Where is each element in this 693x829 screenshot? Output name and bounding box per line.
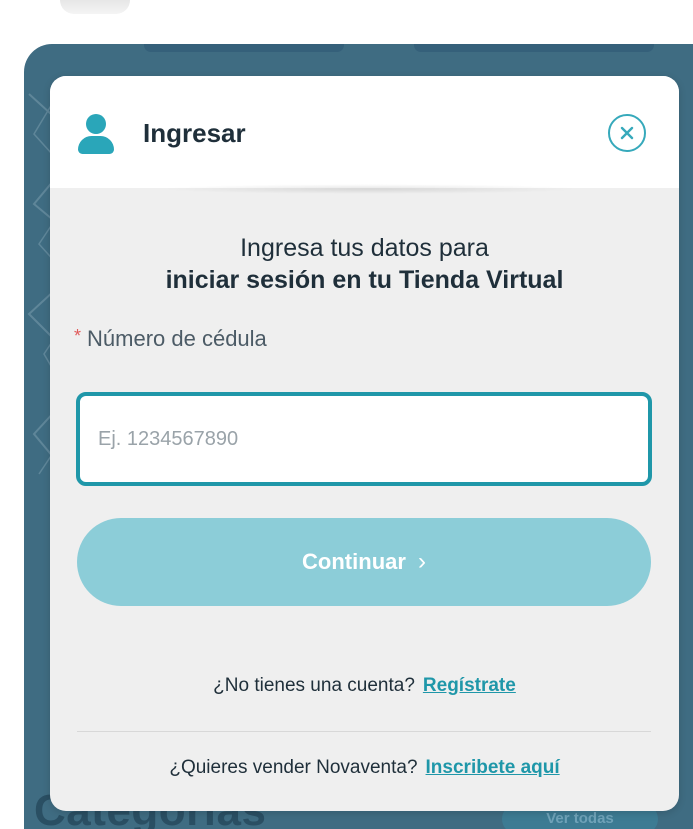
intro-text: Ingresa tus datos para iniciar sesión en… (50, 232, 679, 296)
page: Categorías Ver todas Ingresar Ingresa tu… (0, 0, 693, 829)
close-button[interactable] (608, 114, 646, 152)
signup-text: ¿No tienes una cuenta? (213, 675, 415, 696)
register-link[interactable]: Regístrate (423, 675, 516, 696)
continue-label: Continuar (302, 549, 406, 574)
modal-header: Ingresar (50, 76, 679, 188)
cedula-input-wrapper (76, 392, 652, 486)
signup-row: ¿No tienes una cuenta? Regístrate (50, 675, 679, 697)
continue-button[interactable]: Continuar › (77, 518, 651, 606)
background-pill (414, 44, 654, 52)
required-marker: * (74, 326, 82, 346)
chevron-right-icon: › (417, 548, 426, 575)
cedula-label-text: Número de cédula (87, 326, 267, 351)
user-icon (78, 114, 114, 154)
cedula-input[interactable] (80, 396, 648, 482)
top-shadow (60, 0, 130, 14)
background-pill (144, 44, 344, 52)
sell-text: ¿Quieres vender Novaventa? (169, 757, 418, 778)
cedula-label: * Número de cédula (74, 326, 267, 352)
sell-row: ¿Quieres vender Novaventa? Inscribete aqu… (50, 757, 679, 779)
signup-seller-link[interactable]: Inscribete aquí (426, 757, 560, 778)
header-shadow (160, 184, 580, 194)
login-modal: Ingresar Ingresa tus datos para iniciar … (50, 76, 679, 811)
close-icon (620, 126, 634, 140)
intro-line-2: iniciar sesión en tu Tienda Virtual (165, 266, 564, 294)
intro-line-1: Ingresa tus datos para (240, 234, 489, 262)
divider (77, 731, 651, 732)
modal-title: Ingresar (143, 118, 246, 148)
